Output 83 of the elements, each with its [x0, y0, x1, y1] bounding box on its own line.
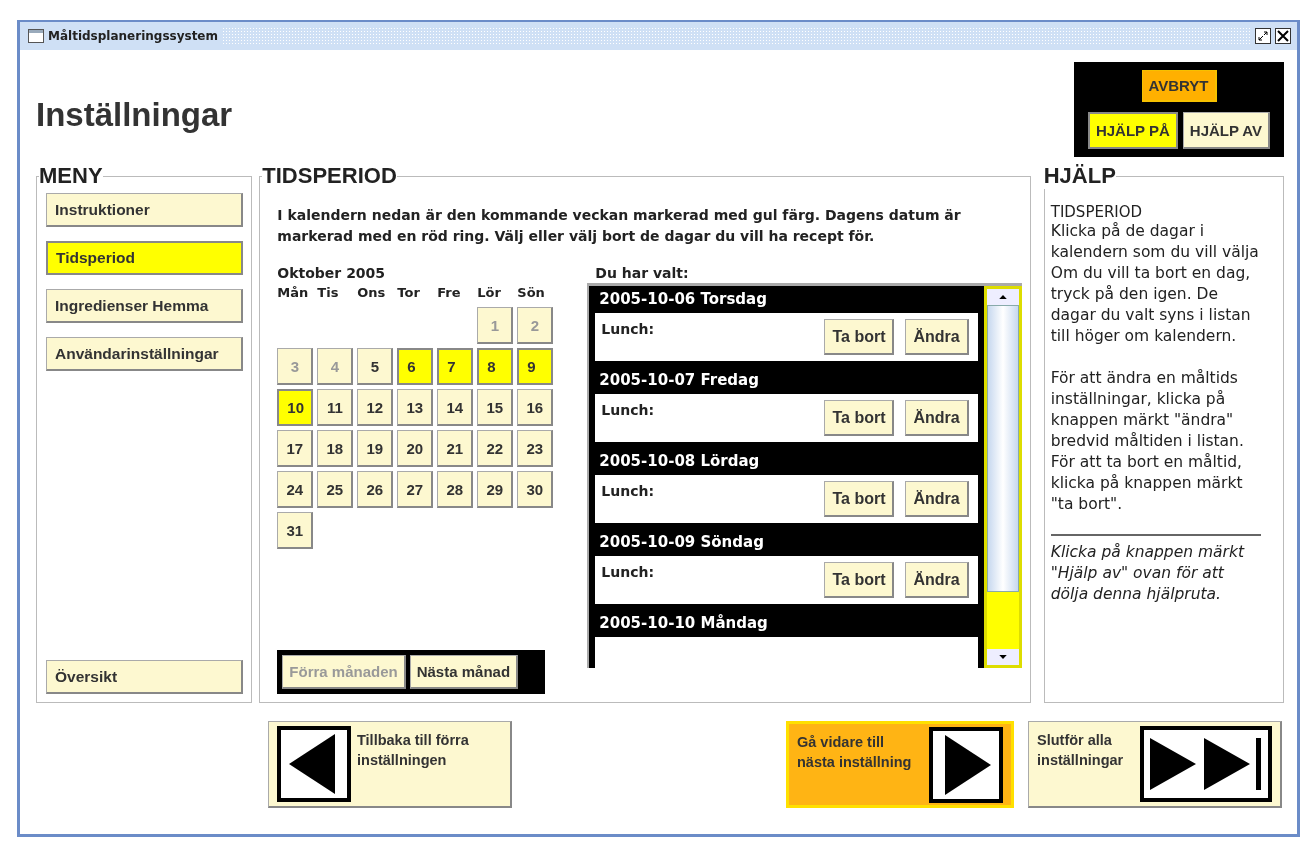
- panel-title: TIDSPERIOD: [262, 163, 397, 189]
- day-button[interactable]: 10: [277, 389, 314, 426]
- menu-item[interactable]: Tidsperiod: [46, 241, 244, 275]
- meal-label: Lunch:: [601, 564, 655, 580]
- day-button[interactable]: 24: [277, 471, 314, 508]
- day-button[interactable]: 22: [477, 430, 514, 467]
- day-button[interactable]: 26: [357, 471, 394, 508]
- menu-item[interactable]: Översikt: [46, 660, 244, 694]
- day-button[interactable]: 25: [317, 471, 354, 508]
- day-button[interactable]: 15: [477, 389, 514, 426]
- chosen-label: Du har valt:: [595, 265, 690, 281]
- weekday-label: Mån: [277, 285, 310, 302]
- scroll-up-icon[interactable]: [986, 289, 1019, 305]
- day-button[interactable]: 6: [397, 348, 434, 385]
- day-button[interactable]: 28: [437, 471, 474, 508]
- meal-button[interactable]: Ändra: [905, 319, 969, 355]
- meal-label: Lunch:: [601, 321, 655, 337]
- day-button[interactable]: 5: [357, 348, 394, 385]
- weekday-label: Lör: [477, 285, 502, 302]
- day-heading: 2005-10-10 Måndag: [598, 613, 769, 634]
- day-button[interactable]: 7: [437, 348, 474, 385]
- menu-item[interactable]: Instruktioner: [46, 193, 244, 227]
- meal-button[interactable]: Ta bort: [824, 319, 895, 355]
- day-heading: 2005-10-06 Torsdag: [598, 289, 768, 310]
- day-button[interactable]: 19: [357, 430, 394, 467]
- day-heading: 2005-10-08 Lördag: [598, 451, 761, 472]
- day-heading: 2005-10-07 Fredag: [598, 370, 760, 391]
- day-button[interactable]: 12: [357, 389, 394, 426]
- day-button[interactable]: 21: [437, 430, 474, 467]
- day-button[interactable]: 8: [477, 348, 514, 385]
- month-label: Oktober 2005: [277, 265, 387, 281]
- intro-text: I kalendern nedan är den kommande veckan markerad med gul färg. Dagens datum är markerad med en röd ring. Välj eller välj bort de dagar du vill ha recept för.: [277, 206, 962, 246]
- day-button[interactable]: 23: [517, 430, 554, 467]
- day-button[interactable]: 13: [397, 389, 434, 426]
- navigation-button[interactable]: Tillbaka till förra inställningen: [268, 721, 512, 808]
- weekday-label: Ons: [357, 285, 387, 302]
- weekday-label: Tis: [317, 285, 340, 302]
- day-button[interactable]: 14: [437, 389, 474, 426]
- meal-button[interactable]: Ändra: [905, 481, 969, 517]
- day-button[interactable]: 29: [477, 471, 514, 508]
- meal-label: Lunch:: [601, 402, 655, 418]
- fast-forward-icon: [1140, 726, 1272, 802]
- day-button[interactable]: 31: [277, 512, 314, 549]
- meal-button[interactable]: Ta bort: [824, 562, 895, 598]
- scroll-down-icon[interactable]: [986, 649, 1019, 665]
- panel-title: MENY: [39, 163, 103, 189]
- month-button[interactable]: Nästa månad: [409, 655, 519, 689]
- navigation-button[interactable]: Gå vidare till nästa inställning: [786, 721, 1014, 808]
- navigation-button[interactable]: Slutför alla inställningar: [1028, 721, 1282, 808]
- menu-item[interactable]: Användarinställningar: [46, 337, 244, 371]
- meal-button[interactable]: Ta bort: [824, 400, 895, 436]
- window-icon: [28, 29, 44, 43]
- panel-title: HJÄLP: [1043, 163, 1116, 189]
- restore-icon[interactable]: [1255, 28, 1271, 44]
- day-button[interactable]: 20: [397, 430, 434, 467]
- meal-label: Lunch:: [601, 483, 655, 499]
- close-icon[interactable]: [1275, 28, 1291, 44]
- help-text: Klicka på de dagar i kalendern som du vill välja Om du vill ta bort en dag, tryck på den igen. De dagar du valt syns i listan till höger om kalendern.: [1050, 221, 1260, 347]
- day-button[interactable]: 18: [317, 430, 354, 467]
- cancel-button[interactable]: AVBRYT: [1141, 70, 1217, 102]
- help-note: Klicka på knappen märkt "Hjälp av" ovan för att dölja denna hjälpruta.: [1050, 542, 1246, 605]
- help-heading: TIDSPERIOD: [1050, 203, 1144, 221]
- scroll-thumb[interactable]: [986, 305, 1019, 592]
- scrollbar[interactable]: [983, 286, 1022, 668]
- menu-item[interactable]: Ingredienser Hemma: [46, 289, 244, 323]
- day-button[interactable]: 9: [517, 348, 554, 385]
- day-button[interactable]: 11: [317, 389, 354, 426]
- day-heading: 2005-10-09 Söndag: [598, 532, 765, 553]
- help-toggle-button[interactable]: HJÄLP PÅ: [1087, 112, 1178, 149]
- day-button[interactable]: 30: [517, 471, 554, 508]
- help-toggle-button[interactable]: HJÄLP AV: [1182, 112, 1271, 149]
- meal-button[interactable]: Ta bort: [824, 481, 895, 517]
- weekday-label: Fre: [437, 285, 462, 302]
- help-text: För att ändra en måltids inställningar, klicka på knappen märkt "ändra" bredvid måltiden i listan. För att ta bort en måltid, klicka på knappen märkt "ta bort".: [1050, 368, 1245, 515]
- weekday-label: Sön: [517, 285, 546, 302]
- day-button[interactable]: 27: [397, 471, 434, 508]
- window-title: Måltidsplaneringssystem: [48, 29, 218, 43]
- meal-button[interactable]: Ändra: [905, 562, 969, 598]
- day-button[interactable]: 17: [277, 430, 314, 467]
- page-title: Inställningar: [36, 96, 233, 134]
- day-button[interactable]: 16: [517, 389, 554, 426]
- meal-button[interactable]: Ändra: [905, 400, 969, 436]
- weekday-label: Tor: [397, 285, 421, 302]
